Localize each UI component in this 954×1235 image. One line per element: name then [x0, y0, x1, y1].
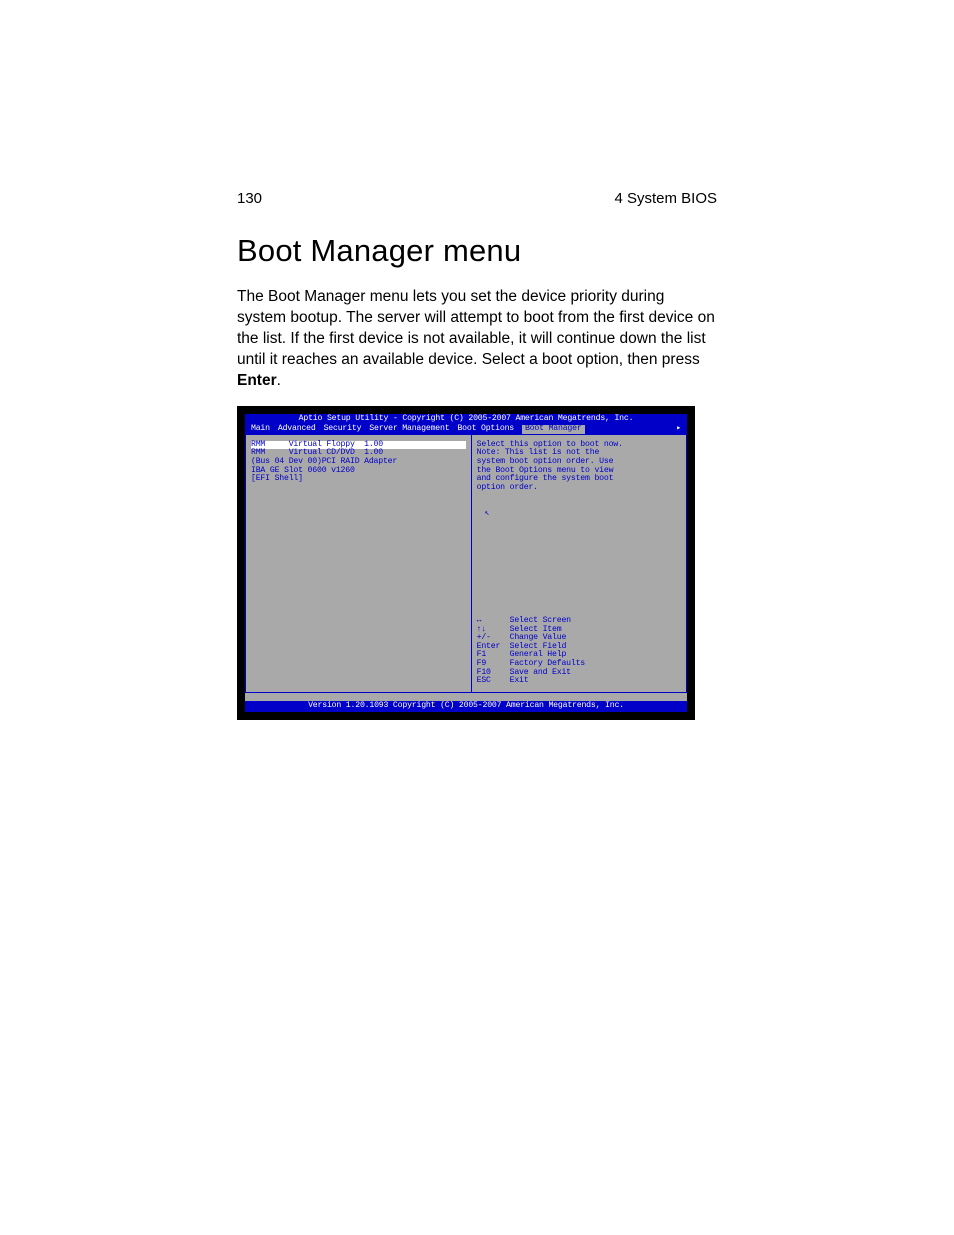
menu-item-boot-options[interactable]: Boot Options — [457, 425, 514, 434]
menu-item-advanced[interactable]: Advanced — [278, 425, 316, 434]
key-help-row: ESC Exit — [477, 677, 681, 686]
menu-item-security[interactable]: Security — [324, 425, 362, 434]
menu-item-server-management[interactable]: Server Management — [369, 425, 449, 434]
bios-footer: Version 1.20.1093 Copyright (C) 2005-200… — [245, 701, 687, 712]
page-header: 130 4 System BIOS — [237, 190, 717, 207]
paragraph-text-post: . — [277, 372, 281, 389]
boot-option[interactable]: [EFI Shell] — [251, 475, 466, 484]
menu-item-main[interactable]: Main — [251, 425, 270, 434]
paragraph-text-pre: The Boot Manager menu lets you set the d… — [237, 288, 715, 368]
bios-help-panel: Select this option to boot now. Note: Th… — [472, 435, 687, 693]
menu-item-boot-manager[interactable]: Boot Manager — [522, 425, 585, 434]
menu-scroll-right-icon[interactable]: ▸ — [676, 425, 681, 434]
help-text: Select this option to boot now. Note: Th… — [477, 441, 681, 493]
cursor-icon: ↖ — [477, 510, 681, 519]
body-paragraph: The Boot Manager menu lets you set the d… — [237, 287, 717, 392]
page-number: 130 — [237, 190, 262, 207]
key-help-block: ↔ Select Screen↑↓ Select Item+/- Change … — [477, 617, 681, 686]
boot-option-list: RMM Virtual Floppy 1.00 RMM Virtual CD/D… — [245, 435, 472, 693]
enter-key-label: Enter — [237, 372, 277, 389]
bios-menu-bar: Main Advanced Security Server Management… — [245, 424, 687, 435]
bios-title: Aptio Setup Utility - Copyright (C) 2005… — [245, 414, 687, 425]
bios-screenshot: Aptio Setup Utility - Copyright (C) 2005… — [237, 406, 695, 720]
page-title: Boot Manager menu — [237, 233, 717, 269]
section-label: 4 System BIOS — [614, 190, 717, 207]
